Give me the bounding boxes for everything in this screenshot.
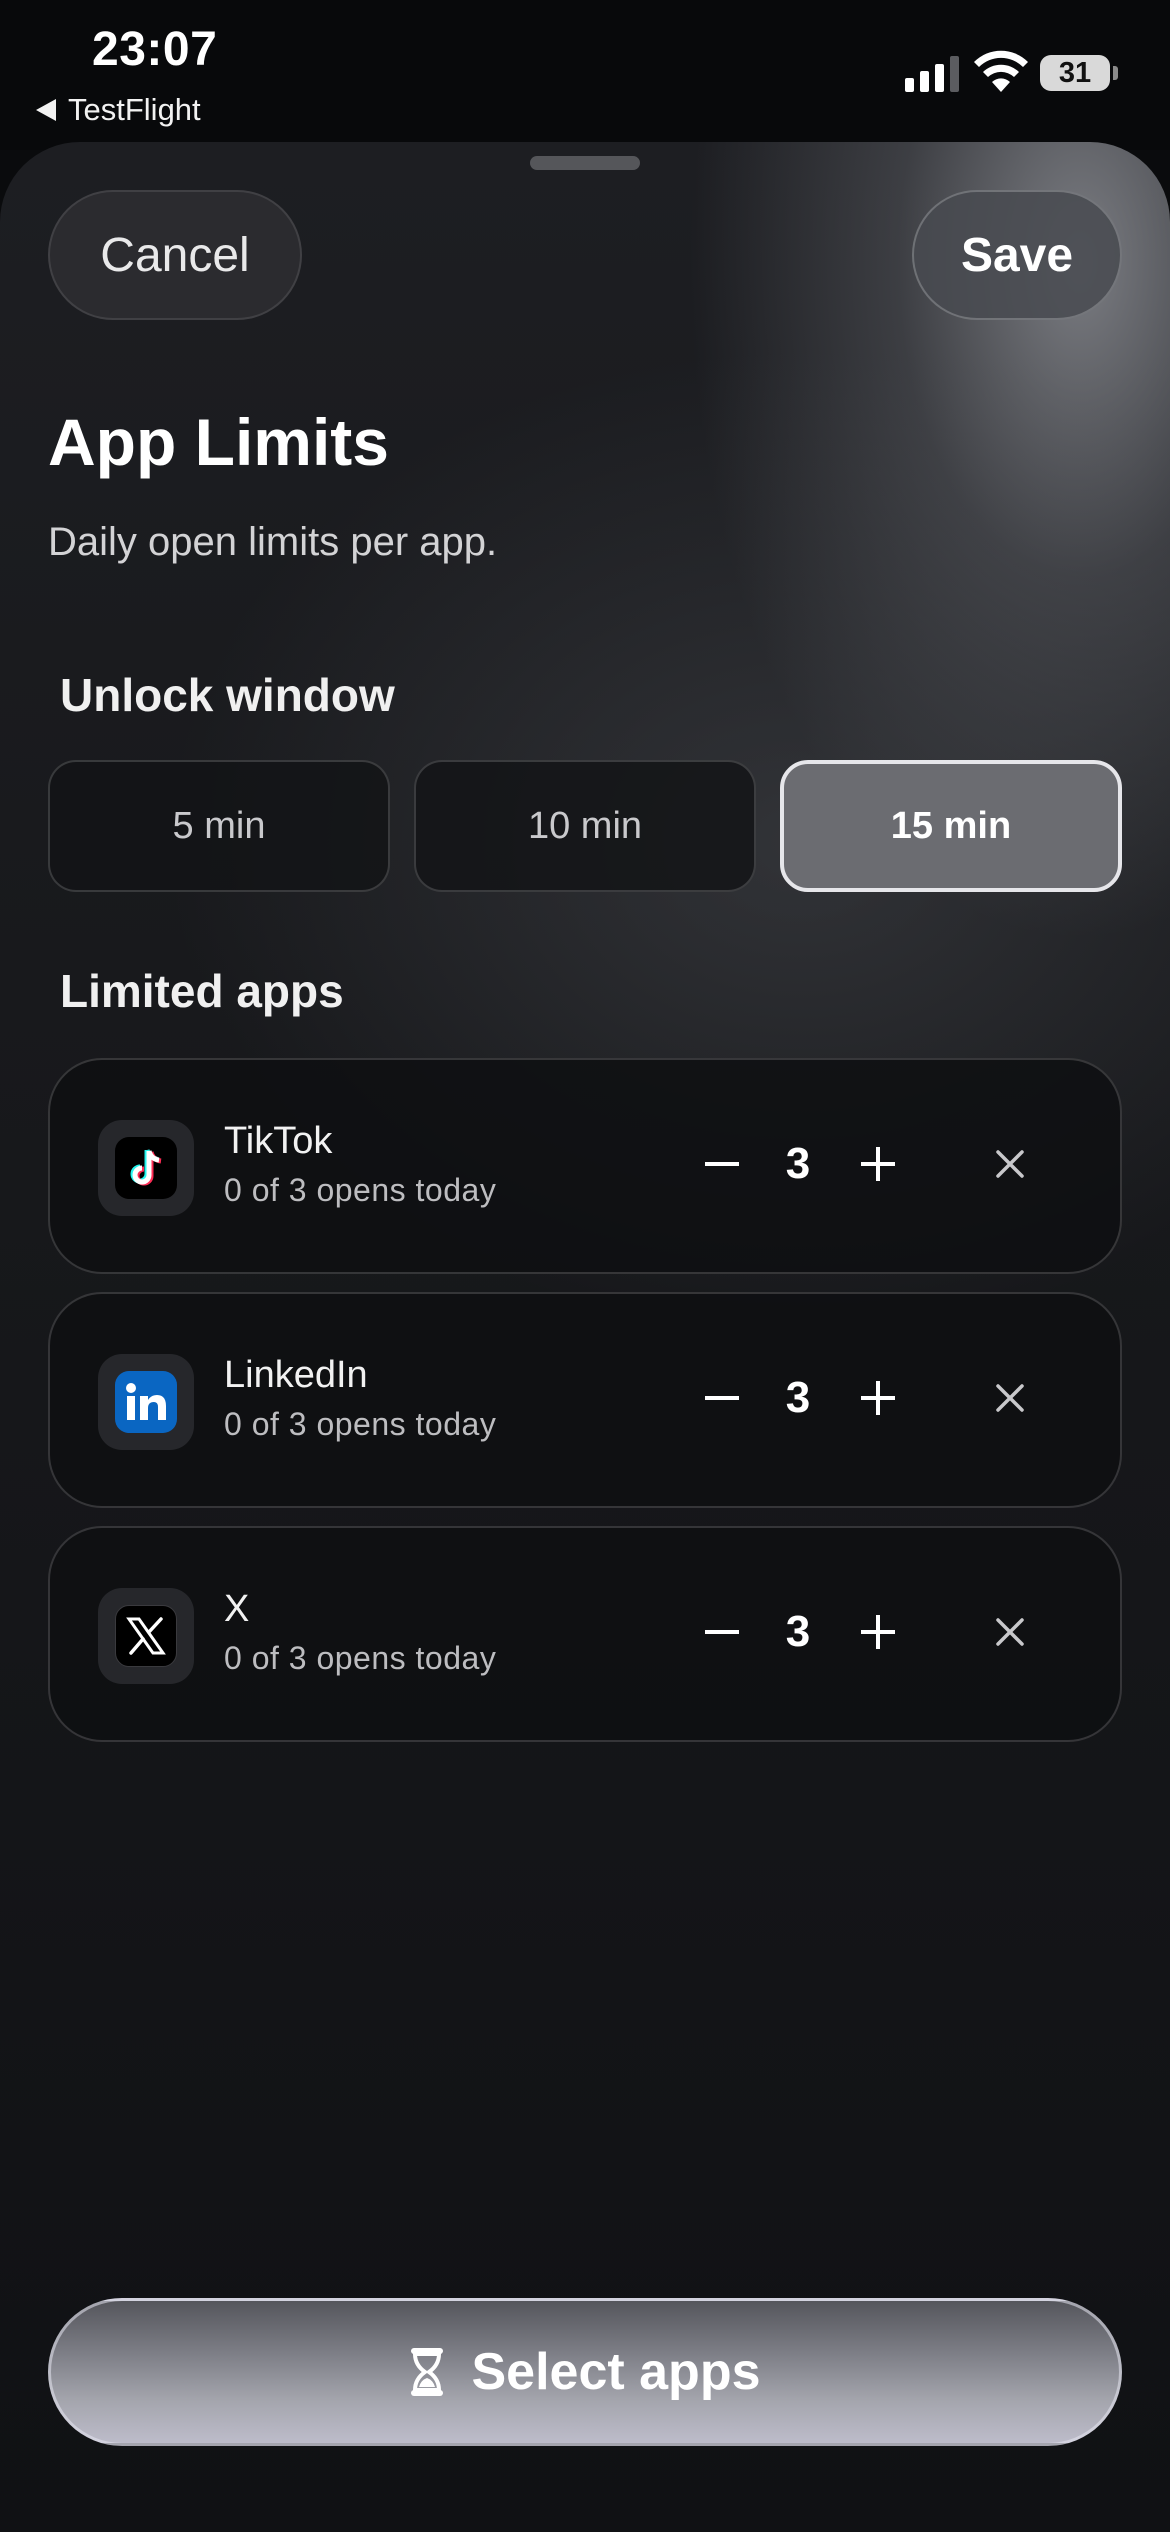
app-usage-text: 0 of 3 opens today [224, 1406, 497, 1442]
page-title: App Limits [48, 405, 389, 479]
decrease-limit-button[interactable] [690, 1366, 754, 1430]
close-icon [996, 1150, 1024, 1178]
limited-app-card: TikTok 0 of 3 opens today 3 [48, 1058, 1122, 1274]
limit-count: 3 [785, 1607, 811, 1656]
page-subtitle: Daily open limits per app. [48, 520, 498, 564]
unlock-option-15-min-selected[interactable]: 15 min [780, 760, 1122, 892]
increase-limit-button[interactable] [846, 1600, 910, 1664]
unlock-option-10-min[interactable]: 10 min [414, 760, 756, 892]
cellular-signal-icon [905, 56, 959, 92]
wifi-icon [974, 50, 1028, 92]
plus-icon [861, 1147, 895, 1181]
limited-apps-heading: Limited apps [60, 965, 344, 1017]
app-limits-screen: 23:07 TestFlight 31 Cancel Save App Limi… [0, 0, 1170, 2532]
back-to-app-link[interactable]: TestFlight [36, 92, 201, 128]
back-app-label: TestFlight [68, 92, 201, 127]
minus-icon [705, 1630, 739, 1634]
select-apps-button[interactable]: Select apps [48, 2298, 1122, 2446]
remove-app-button[interactable] [978, 1366, 1042, 1430]
decrease-limit-button[interactable] [690, 1132, 754, 1196]
app-usage-text: 0 of 3 opens today [224, 1640, 497, 1676]
decrease-limit-button[interactable] [690, 1600, 754, 1664]
hourglass-icon [411, 2348, 444, 2396]
linkedin-icon [115, 1371, 177, 1433]
sheet-grabber[interactable] [530, 156, 640, 170]
select-apps-label: Select apps [471, 2343, 761, 2401]
app-limits-sheet: Cancel Save App Limits Daily open limits… [0, 142, 1170, 2532]
plus-icon [861, 1615, 895, 1649]
app-name: X [224, 1588, 250, 1630]
close-icon [996, 1618, 1024, 1646]
limited-app-card: LinkedIn 0 of 3 opens today 3 [48, 1292, 1122, 1508]
plus-icon [861, 1381, 895, 1415]
limited-app-card: X 0 of 3 opens today 3 [48, 1526, 1122, 1742]
app-name: LinkedIn [224, 1354, 368, 1396]
app-icon-container [98, 1354, 194, 1450]
status-time: 23:07 [92, 23, 218, 76]
unlock-window-heading: Unlock window [60, 669, 395, 721]
x-icon [115, 1605, 177, 1667]
close-icon [996, 1384, 1024, 1412]
app-icon-container [98, 1588, 194, 1684]
app-usage-text: 0 of 3 opens today [224, 1172, 497, 1208]
battery-level: 31 [1058, 56, 1092, 89]
increase-limit-button[interactable] [846, 1132, 910, 1196]
minus-icon [705, 1396, 739, 1400]
back-arrow-icon [36, 99, 56, 121]
limit-count: 3 [785, 1139, 811, 1188]
remove-app-button[interactable] [978, 1132, 1042, 1196]
increase-limit-button[interactable] [846, 1366, 910, 1430]
tiktok-icon [115, 1137, 177, 1199]
app-icon-container [98, 1120, 194, 1216]
battery-icon: 31 [1040, 55, 1118, 91]
unlock-option-5-min[interactable]: 5 min [48, 760, 390, 892]
status-bar: 23:07 TestFlight 31 [0, 0, 1170, 150]
save-button[interactable]: Save [912, 190, 1122, 320]
minus-icon [705, 1162, 739, 1166]
remove-app-button[interactable] [978, 1600, 1042, 1664]
limit-count: 3 [785, 1373, 811, 1422]
app-name: TikTok [224, 1120, 333, 1162]
cancel-button[interactable]: Cancel [48, 190, 302, 320]
